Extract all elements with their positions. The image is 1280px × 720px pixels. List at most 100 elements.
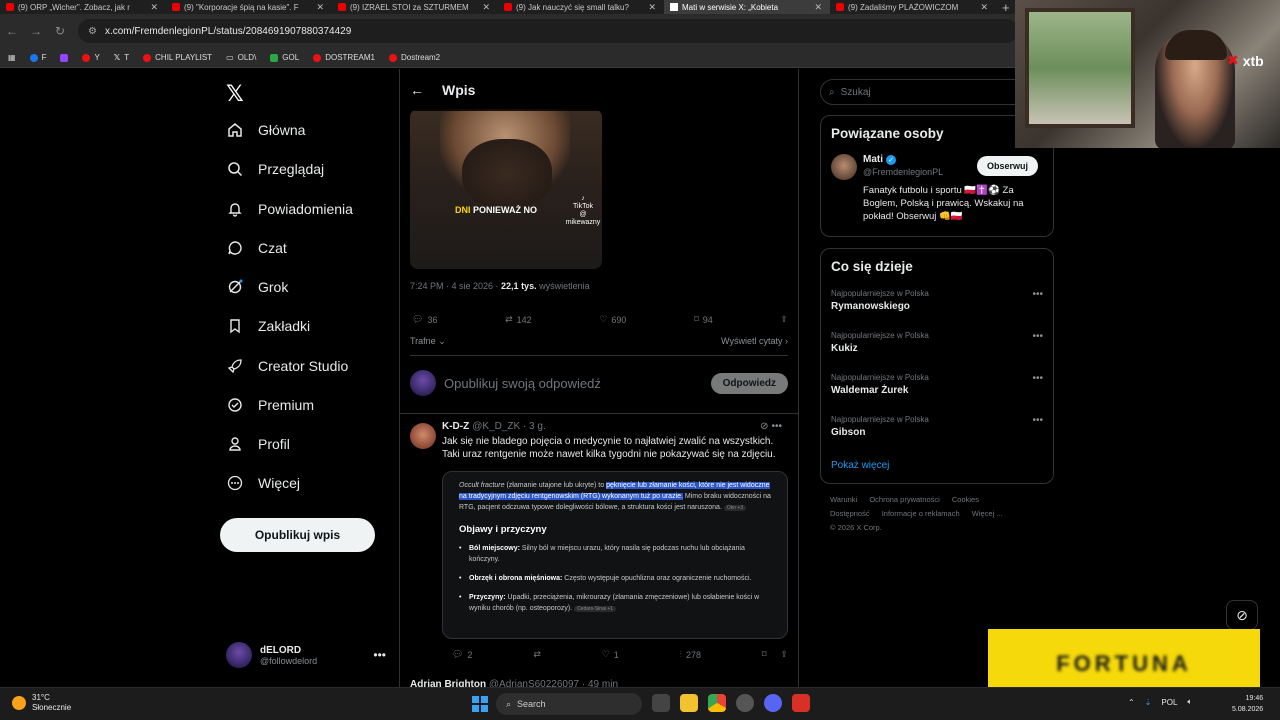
sort-dropdown[interactable]: Trafne ⌄ bbox=[410, 336, 446, 347]
more-options-icon[interactable]: ••• bbox=[1032, 331, 1043, 342]
more-options-icon[interactable]: ••• bbox=[1032, 415, 1043, 426]
close-tab-icon[interactable]: ✕ bbox=[150, 2, 158, 13]
reply-action[interactable]: 💬︎ 2 bbox=[452, 649, 472, 660]
nav-item-creator-studio[interactable]: Creator Studio bbox=[226, 357, 348, 375]
avatar[interactable] bbox=[831, 154, 857, 180]
forward-icon[interactable]: → bbox=[24, 24, 48, 38]
more-options-icon[interactable]: ••• bbox=[771, 421, 782, 432]
download-icon[interactable]: ⇣ bbox=[1145, 698, 1152, 707]
weather-widget[interactable]: 31°C Słonecznie bbox=[12, 693, 71, 713]
discord-icon[interactable] bbox=[764, 694, 782, 712]
nav-item-notifications[interactable]: Powiadomienia bbox=[226, 200, 353, 218]
address-bar[interactable]: ⚙ x.com/FremdenlegionPL/status/208469190… bbox=[78, 19, 1018, 43]
footer-link[interactable]: Warunki bbox=[830, 495, 857, 504]
main-column: ← Wpis DNI PONIEWAŻ NO ♪ TikTok @ mikewazn… bbox=[399, 69, 799, 687]
bookmark-item[interactable]: 𝕏T bbox=[114, 53, 129, 62]
follow-button[interactable]: Obserwuj bbox=[977, 156, 1039, 176]
trend-item[interactable]: Najpopularniejsze w Polska Kukiz ••• bbox=[831, 331, 1043, 354]
bookmark-item[interactable]: GOL bbox=[270, 53, 299, 62]
volume-icon[interactable]: 🔈︎ bbox=[1187, 697, 1192, 707]
start-button[interactable] bbox=[472, 696, 488, 712]
nav-item-profile[interactable]: Profil bbox=[226, 435, 290, 453]
reply-author[interactable]: K-D-Z bbox=[442, 421, 469, 432]
file-explorer-icon[interactable] bbox=[680, 694, 698, 712]
footer-link[interactable]: Informacje o reklamach bbox=[882, 509, 960, 518]
view-quotes-link[interactable]: Wyświetl cytaty › bbox=[721, 336, 788, 347]
taskbar-search[interactable]: ⌕ Search bbox=[496, 693, 642, 715]
more-options-icon[interactable]: ••• bbox=[1032, 289, 1043, 300]
quoted-screenshot[interactable]: Occult fracture (złamanie utajone lub uk… bbox=[442, 471, 788, 639]
reply-button[interactable]: Odpowiedz bbox=[710, 372, 788, 394]
close-tab-icon[interactable]: ✕ bbox=[482, 2, 490, 13]
browser-tab[interactable]: (9) Zadaliśmy PLAŻOWICZOM ✕ bbox=[830, 0, 996, 14]
footer-link[interactable]: Dostępność bbox=[830, 509, 870, 518]
like-action[interactable]: ♡ 1 bbox=[602, 649, 619, 660]
reply-action[interactable]: 💬︎ 36 bbox=[412, 314, 437, 325]
browser-tab[interactable]: (9) IZRAEL STOI za SZTURMEM ✕ bbox=[332, 0, 498, 14]
nav-item-explore[interactable]: Przeglądaj bbox=[226, 160, 324, 178]
repost-action[interactable]: ⇄ bbox=[533, 649, 541, 660]
show-more-link[interactable]: Pokaż więcej bbox=[831, 460, 889, 471]
browser-tab[interactable]: (9) Jak nauczyć się small talku? ✕ bbox=[498, 0, 664, 14]
bookmark-item[interactable]: DOSTREAM1 bbox=[313, 53, 375, 62]
bookmark-item[interactable]: CHIL PLAYLIST bbox=[143, 53, 212, 62]
app-icon[interactable] bbox=[792, 694, 810, 712]
grok-icon[interactable]: ⊘ bbox=[760, 421, 768, 432]
account-switcher[interactable]: dELORD @followdelord ••• bbox=[226, 639, 386, 671]
more-options-icon[interactable]: ••• bbox=[373, 648, 386, 662]
bookmark-folder[interactable]: ▭ OLD\ bbox=[226, 53, 256, 62]
post-video[interactable]: DNI PONIEWAŻ NO ♪ TikTok @ mikewazny bbox=[410, 109, 602, 269]
bookmark-item[interactable]: F bbox=[29, 53, 46, 62]
browser-tab[interactable]: (9) ORP „Wicher”. Zobacz, jak r ✕ bbox=[0, 0, 166, 14]
settings-icon[interactable] bbox=[736, 694, 754, 712]
bookmark-item[interactable] bbox=[60, 53, 69, 62]
nav-item-premium[interactable]: Premium bbox=[226, 396, 314, 414]
trend-item[interactable]: Najpopularniejsze w Polska Gibson ••• bbox=[831, 415, 1043, 438]
close-tab-icon[interactable]: ✕ bbox=[648, 2, 656, 13]
grok-floating-button[interactable]: ⊘ bbox=[1226, 600, 1258, 630]
avatar[interactable] bbox=[410, 423, 436, 449]
more-options-icon[interactable]: ••• bbox=[1032, 373, 1043, 384]
share-action[interactable]: ⇪ bbox=[780, 314, 788, 325]
bookmark-item[interactable]: Dostream2 bbox=[389, 53, 440, 62]
nav-item-home[interactable]: Główna bbox=[226, 121, 305, 139]
bookmark-action[interactable]: ⌑ ⇪ bbox=[762, 649, 788, 660]
footer-link[interactable]: Ochrona prywatności bbox=[869, 495, 939, 504]
new-tab-button[interactable]: + bbox=[1002, 0, 1010, 15]
nav-item-bookmarks[interactable]: Zakładki bbox=[226, 317, 310, 335]
clock[interactable]: 19:46 5.08.2026 bbox=[1232, 693, 1263, 715]
bookmark-action[interactable]: ⌑ 94 bbox=[694, 314, 713, 325]
nav-item-grok[interactable]: Grok bbox=[226, 278, 288, 296]
trend-item[interactable]: Najpopularniejsze w Polska Waldemar Żure… bbox=[831, 373, 1043, 396]
apps-icon[interactable]: ▦ bbox=[8, 53, 16, 62]
chevron-up-icon[interactable]: ⌃ bbox=[1128, 698, 1135, 707]
browser-tab[interactable]: (9) "Korporacje śpią na kasie". F ✕ bbox=[166, 0, 332, 14]
share-icon[interactable]: ⇪ bbox=[780, 649, 788, 660]
nav-item-chat[interactable]: Czat bbox=[226, 239, 287, 257]
back-arrow-icon[interactable]: ← bbox=[410, 82, 424, 98]
left-navigation: 𝕏 Główna Przeglądaj Powiadomienia Czat G… bbox=[220, 69, 390, 687]
close-tab-icon[interactable]: ✕ bbox=[814, 2, 822, 13]
divider bbox=[400, 413, 798, 414]
bookmark-item[interactable]: Y bbox=[82, 53, 100, 62]
chrome-icon[interactable] bbox=[708, 694, 726, 712]
browser-tab-active[interactable]: Mati w serwisie X: „Kobieta ✕ bbox=[664, 0, 830, 14]
views-action[interactable]: ⫶ 278 bbox=[680, 649, 701, 660]
close-tab-icon[interactable]: ✕ bbox=[316, 2, 324, 13]
next-reply-header[interactable]: Adrian Brighton @AdrianS60226097 · 49 mi… bbox=[410, 679, 618, 687]
back-icon[interactable]: ← bbox=[0, 24, 24, 38]
reload-icon[interactable]: ↻ bbox=[48, 24, 72, 38]
language-indicator[interactable]: POL bbox=[1161, 698, 1177, 707]
reply-input[interactable]: Opublikuj swoją odpowiedź bbox=[444, 376, 601, 391]
site-info-icon[interactable]: ⚙ bbox=[88, 26, 97, 37]
task-view-icon[interactable] bbox=[652, 694, 670, 712]
close-tab-icon[interactable]: ✕ bbox=[980, 2, 988, 13]
post-button[interactable]: Opublikuj wpis bbox=[220, 518, 375, 552]
trend-item[interactable]: Najpopularniejsze w Polska Rymanowskiego… bbox=[831, 289, 1043, 312]
footer-link[interactable]: Więcej ... bbox=[972, 509, 1003, 518]
like-action[interactable]: ♡ 690 bbox=[599, 314, 626, 325]
repost-action[interactable]: ⇄ 142 bbox=[505, 314, 532, 325]
nav-item-more[interactable]: Więcej bbox=[226, 474, 300, 492]
footer-link[interactable]: Cookies bbox=[952, 495, 979, 504]
x-logo-icon[interactable]: 𝕏 bbox=[226, 81, 244, 107]
